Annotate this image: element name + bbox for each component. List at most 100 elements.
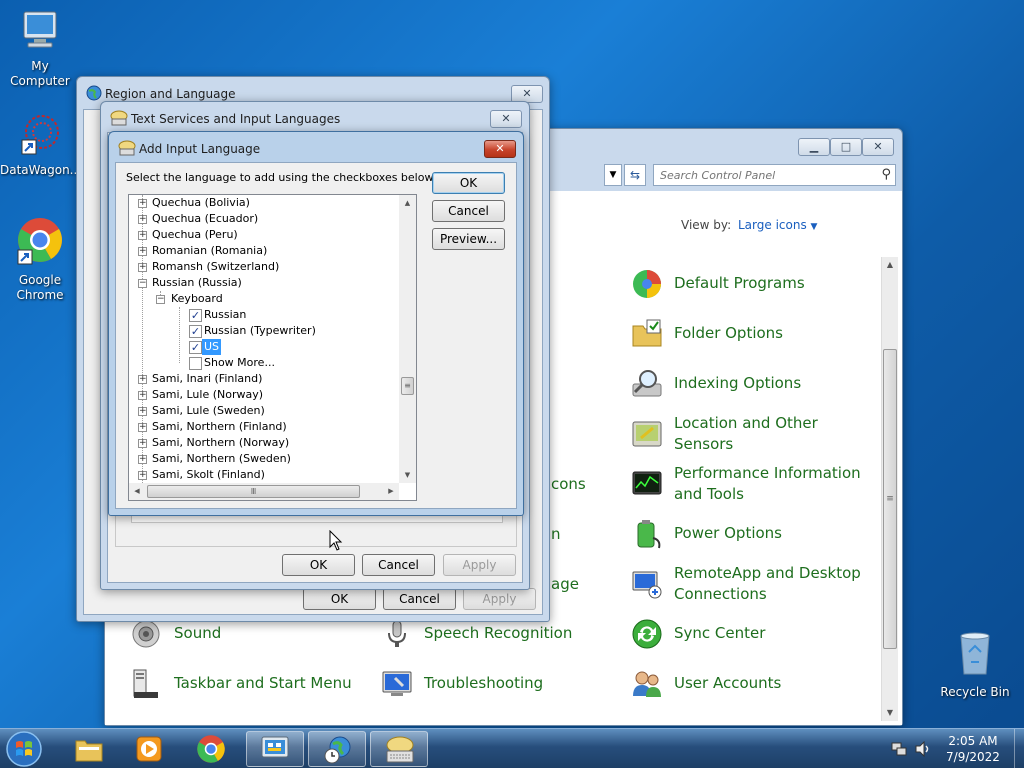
- tree-vertical-scrollbar[interactable]: ▲ ≡ ▼: [399, 195, 416, 483]
- taskbar-explorer[interactable]: [60, 731, 118, 767]
- taskbar-text-services[interactable]: [370, 731, 428, 767]
- network-icon[interactable]: [890, 741, 908, 757]
- expand-icon[interactable]: +: [138, 375, 147, 384]
- cancel-button[interactable]: Cancel: [362, 554, 435, 576]
- performance-icon: [632, 471, 662, 495]
- search-input[interactable]: [654, 165, 864, 185]
- expand-icon[interactable]: +: [138, 199, 147, 208]
- keyboard-icon: [110, 110, 128, 126]
- checkbox-checked[interactable]: ✓: [189, 325, 202, 338]
- tree-item-label: Sami, Northern (Sweden): [152, 452, 291, 465]
- close-button[interactable]: ✕: [484, 140, 516, 158]
- address-dropdown[interactable]: ▼: [604, 164, 622, 186]
- cp-item-taskbar[interactable]: Taskbar and Start Menu: [174, 673, 352, 694]
- desktop-icon-my-computer[interactable]: My Computer: [0, 10, 80, 89]
- refresh-button[interactable]: ⇆: [624, 164, 646, 186]
- cp-item-default-programs[interactable]: Default Programs: [674, 273, 805, 294]
- language-tree[interactable]: + Quechua (Bolivia) + Quechua (Ecuador) + Q…: [128, 194, 417, 501]
- taskbar-region-language[interactable]: [308, 731, 366, 767]
- scroll-right-arrow[interactable]: ▶: [383, 483, 399, 500]
- sync-center-icon: [632, 619, 662, 649]
- ok-button[interactable]: OK: [432, 172, 505, 194]
- scroll-up-arrow[interactable]: ▲: [399, 195, 416, 211]
- cp-item-power-options[interactable]: Power Options: [674, 523, 782, 544]
- search-box[interactable]: ⚲: [653, 164, 896, 186]
- location-sensors-icon: [632, 421, 662, 447]
- expand-icon[interactable]: +: [138, 407, 147, 416]
- tree-item-label: Sami, Northern (Norway): [152, 436, 290, 449]
- folder-options-icon: [632, 319, 662, 347]
- indexing-options-icon: [632, 370, 662, 397]
- recycle-bin-icon: [960, 632, 990, 675]
- tree-horizontal-scrollbar[interactable]: ◀ Ⅲ ▶: [129, 483, 399, 500]
- show-desktop-button[interactable]: [1014, 729, 1024, 768]
- preview-button[interactable]: Preview...: [432, 228, 505, 250]
- minimize-button[interactable]: ▁: [798, 138, 830, 156]
- expand-icon[interactable]: +: [138, 439, 147, 448]
- ok-button[interactable]: OK: [303, 588, 376, 610]
- checkbox-unchecked[interactable]: [189, 357, 202, 370]
- tree-item-label: Romanian (Romania): [152, 244, 268, 257]
- cancel-button[interactable]: Cancel: [383, 588, 456, 610]
- scroll-down-arrow[interactable]: ▼: [399, 467, 416, 483]
- keyboard-icon: [386, 736, 414, 763]
- apply-button[interactable]: Apply: [443, 554, 516, 576]
- close-button[interactable]: ✕: [490, 110, 522, 128]
- checkbox-checked[interactable]: ✓: [189, 341, 202, 354]
- taskbar-control-panel[interactable]: [246, 731, 304, 767]
- cp-item-indexing-options[interactable]: Indexing Options: [674, 373, 801, 394]
- dialog-title: Text Services and Input Languages: [131, 112, 341, 126]
- cp-item-speech-recognition[interactable]: Speech Recognition: [424, 623, 572, 644]
- cp-item-user-accounts[interactable]: User Accounts: [674, 673, 781, 694]
- cp-item-partial[interactable]: age: [551, 574, 579, 595]
- ok-button[interactable]: OK: [282, 554, 355, 576]
- cp-item-partial[interactable]: cons: [551, 474, 586, 495]
- scroll-left-arrow[interactable]: ◀: [129, 483, 145, 500]
- cp-item-sync-center[interactable]: Sync Center: [674, 623, 765, 644]
- cp-item-remoteapp[interactable]: RemoteApp and Desktop Connections: [674, 563, 864, 605]
- desktop-icon-recycle-bin[interactable]: Recycle Bin: [935, 630, 1015, 700]
- tree-item-label: Quechua (Peru): [152, 228, 238, 241]
- view-by-dropdown[interactable]: Large icons ▼: [738, 218, 817, 232]
- search-icon[interactable]: ⚲: [881, 167, 891, 182]
- cancel-button[interactable]: Cancel: [432, 200, 505, 222]
- expand-icon[interactable]: +: [138, 263, 147, 272]
- expand-icon[interactable]: +: [138, 215, 147, 224]
- scroll-thumb[interactable]: ≡: [401, 377, 414, 395]
- collapse-icon[interactable]: −: [156, 295, 165, 304]
- chrome-icon: [197, 735, 225, 763]
- expand-icon[interactable]: +: [138, 231, 147, 240]
- clock[interactable]: 2:05 AM 7/9/2022: [938, 733, 1008, 765]
- expand-icon[interactable]: +: [138, 455, 147, 464]
- cp-item-folder-options[interactable]: Folder Options: [674, 323, 783, 344]
- collapse-icon[interactable]: −: [138, 279, 147, 288]
- volume-icon[interactable]: [914, 741, 932, 757]
- expand-icon[interactable]: +: [138, 391, 147, 400]
- cp-item-troubleshooting[interactable]: Troubleshooting: [424, 673, 543, 694]
- tree-item-label: Keyboard: [171, 292, 223, 305]
- close-button[interactable]: ✕: [862, 138, 894, 156]
- desktop-icon-google-chrome[interactable]: Google Chrome: [0, 216, 80, 303]
- desktop-icon-label: Recycle Bin: [940, 685, 1010, 699]
- taskbar-chrome[interactable]: [182, 731, 240, 767]
- checkbox-checked[interactable]: ✓: [189, 309, 202, 322]
- expand-icon[interactable]: +: [138, 247, 147, 256]
- scroll-up-arrow[interactable]: ▲: [882, 257, 898, 273]
- cp-item-sound[interactable]: Sound: [174, 623, 221, 644]
- scroll-thumb[interactable]: Ⅲ: [147, 485, 360, 498]
- scroll-down-arrow[interactable]: ▼: [882, 705, 898, 721]
- expand-icon[interactable]: +: [138, 423, 147, 432]
- taskbar-media-player[interactable]: [120, 731, 178, 767]
- instruction-text: Select the language to add using the che…: [126, 171, 436, 184]
- cp-item-partial[interactable]: n: [551, 524, 561, 545]
- desktop-icon-datawagon[interactable]: DataWagon...: [0, 114, 81, 178]
- cp-item-performance[interactable]: Performance Information and Tools: [674, 463, 864, 505]
- expand-icon[interactable]: +: [138, 471, 147, 480]
- apply-button[interactable]: Apply: [463, 588, 536, 610]
- cp-item-location-sensors[interactable]: Location and Other Sensors: [674, 413, 854, 455]
- maximize-button[interactable]: □: [830, 138, 862, 156]
- layout-label-selected: US: [202, 339, 222, 355]
- start-button[interactable]: [4, 730, 48, 768]
- scrollbar[interactable]: ▲ ≡ ▼: [881, 257, 898, 721]
- scroll-thumb[interactable]: ≡: [883, 349, 897, 649]
